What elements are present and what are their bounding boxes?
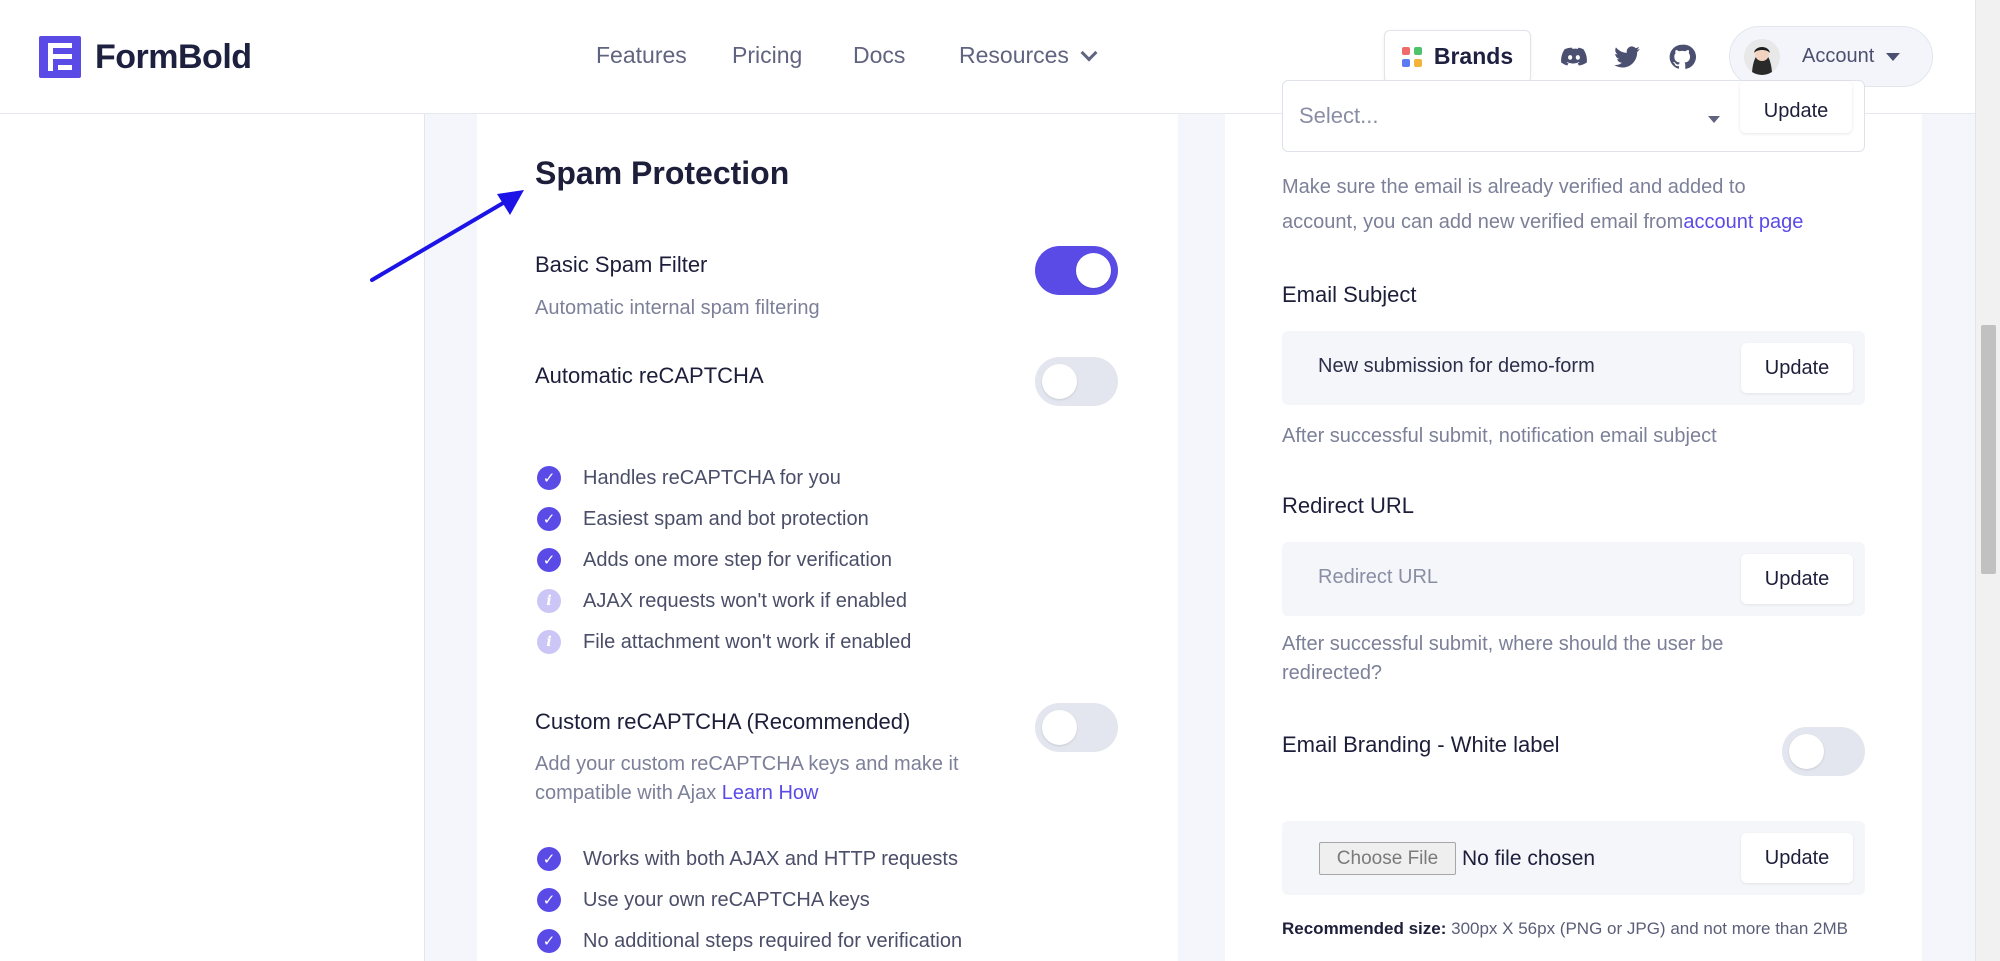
discord-icon[interactable] bbox=[1560, 43, 1588, 71]
brands-grid-icon bbox=[1401, 46, 1422, 67]
logo-update-button[interactable]: Update bbox=[1741, 833, 1853, 883]
email-update-button[interactable]: Update bbox=[1740, 81, 1852, 133]
redirect-url-field[interactable]: Redirect URL Update bbox=[1282, 542, 1865, 616]
check-circle-icon: ✓ bbox=[537, 507, 561, 531]
caret-down-icon bbox=[1708, 116, 1720, 123]
custom-recaptcha-toggle[interactable] bbox=[1035, 703, 1118, 752]
redirect-url-update-button[interactable]: Update bbox=[1741, 554, 1853, 604]
account-page-link[interactable]: account page bbox=[1683, 211, 1803, 233]
info-circle-icon: i bbox=[537, 589, 561, 613]
spam-protection-heading: Spam Protection bbox=[535, 155, 790, 191]
brands-button[interactable]: Brands bbox=[1384, 30, 1531, 83]
logo-text: FormBold bbox=[95, 37, 252, 76]
feature-text: File attachment won't work if enabled bbox=[583, 630, 912, 653]
annotation-arrow-icon bbox=[370, 190, 524, 282]
list-item: ✓ Works with both AJAX and HTTP requests bbox=[537, 847, 958, 871]
feature-text: Use your own reCAPTCHA keys bbox=[583, 888, 870, 911]
email-branding-title: Email Branding - White label bbox=[1282, 732, 1560, 757]
email-branding-toggle[interactable] bbox=[1782, 727, 1865, 776]
list-item: ✓ Use your own reCAPTCHA keys bbox=[537, 888, 870, 912]
redirect-url-help: After successful submit, where should th… bbox=[1282, 630, 1723, 688]
feature-text: No additional steps required for verific… bbox=[583, 929, 963, 952]
redirect-url-placeholder: Redirect URL bbox=[1318, 566, 1439, 588]
feature-text: Easiest spam and bot protection bbox=[583, 507, 869, 530]
custom-recaptcha-subtitle-line1: Add your custom reCAPTCHA keys and make … bbox=[535, 753, 959, 775]
account-label: Account bbox=[1802, 45, 1875, 67]
check-circle-icon: ✓ bbox=[537, 847, 561, 871]
email-help-text: Make sure the email is already verified … bbox=[1282, 170, 1872, 240]
recommended-size-text: 300px X 56px (PNG or JPG) and not more t… bbox=[1446, 919, 1848, 938]
avatar bbox=[1744, 38, 1780, 75]
nav-link-docs[interactable]: Docs bbox=[853, 42, 905, 69]
scrollbar-thumb[interactable] bbox=[1981, 325, 1996, 574]
feature-text: Handles reCAPTCHA for you bbox=[583, 466, 841, 489]
formbold-logo-icon bbox=[39, 36, 81, 78]
automatic-recaptcha-title: Automatic reCAPTCHA bbox=[535, 363, 764, 388]
email-subject-update-button[interactable]: Update bbox=[1741, 343, 1853, 393]
redirect-url-title: Redirect URL bbox=[1282, 493, 1415, 518]
nav-link-resources-label: Resources bbox=[959, 42, 1069, 68]
recommended-size-label: Recommended size: bbox=[1282, 919, 1447, 938]
vertical-scrollbar[interactable] bbox=[1975, 0, 2000, 961]
email-subject-title: Email Subject bbox=[1282, 282, 1417, 307]
email-subject-value: New submission for demo-form bbox=[1318, 355, 1595, 377]
recommended-size-note: Recommended size: 300px X 56px (PNG or J… bbox=[1282, 918, 1872, 940]
email-select[interactable]: Select... Update bbox=[1282, 80, 1865, 152]
redirect-url-help-line1: After successful submit, where should th… bbox=[1282, 633, 1724, 655]
custom-recaptcha-subtitle: Add your custom reCAPTCHA keys and make … bbox=[535, 750, 1005, 808]
check-circle-icon: ✓ bbox=[537, 888, 561, 912]
email-subject-field[interactable]: New submission for demo-form Update bbox=[1282, 331, 1865, 405]
github-icon[interactable] bbox=[1668, 43, 1696, 71]
list-item: i File attachment won't work if enabled bbox=[537, 630, 911, 654]
list-item: i AJAX requests won't work if enabled bbox=[537, 589, 907, 613]
basic-spam-filter-subtitle: Automatic internal spam filtering bbox=[535, 297, 820, 319]
logo[interactable]: FormBold bbox=[39, 36, 252, 78]
brands-label: Brands bbox=[1433, 43, 1514, 69]
redirect-url-help-line2: redirected? bbox=[1282, 662, 1383, 684]
basic-spam-filter-title: Basic Spam Filter bbox=[535, 252, 708, 277]
basic-spam-filter-toggle[interactable] bbox=[1035, 246, 1118, 295]
email-help-line1: Make sure the email is already verified … bbox=[1282, 176, 1746, 198]
check-circle-icon: ✓ bbox=[537, 466, 561, 490]
nav-link-pricing[interactable]: Pricing bbox=[732, 42, 802, 69]
learn-how-link[interactable]: Learn How bbox=[722, 782, 819, 804]
logo-upload-field: Choose File No file chosen Update bbox=[1282, 821, 1865, 895]
caret-down-icon bbox=[1886, 52, 1901, 61]
account-menu[interactable]: Account bbox=[1729, 26, 1933, 87]
feature-text: AJAX requests won't work if enabled bbox=[583, 589, 907, 612]
check-circle-icon: ✓ bbox=[537, 548, 561, 572]
choose-file-button[interactable]: Choose File bbox=[1319, 842, 1456, 875]
nav-link-resources[interactable]: Resources bbox=[959, 42, 1098, 69]
email-select-value: Select... bbox=[1299, 103, 1379, 128]
list-item: ✓ Adds one more step for verification bbox=[537, 548, 892, 572]
email-subject-help: After successful submit, notification em… bbox=[1282, 425, 1717, 447]
list-item: ✓ Easiest spam and bot protection bbox=[537, 507, 869, 531]
feature-text: Works with both AJAX and HTTP requests bbox=[583, 847, 958, 870]
email-help-line2: account, you can add new verified email … bbox=[1282, 211, 1684, 233]
list-item: ✓ No additional steps required for verif… bbox=[537, 929, 962, 953]
feature-text: Adds one more step for verification bbox=[583, 548, 893, 571]
no-file-text: No file chosen bbox=[1462, 847, 1596, 870]
check-circle-icon: ✓ bbox=[537, 929, 561, 953]
automatic-recaptcha-toggle[interactable] bbox=[1035, 357, 1118, 406]
twitter-icon[interactable] bbox=[1613, 43, 1641, 71]
info-circle-icon: i bbox=[537, 630, 561, 654]
custom-recaptcha-title: Custom reCAPTCHA (Recommended) bbox=[535, 709, 911, 734]
chevron-down-icon bbox=[1080, 44, 1098, 61]
list-item: ✓ Handles reCAPTCHA for you bbox=[537, 466, 841, 490]
nav-link-features[interactable]: Features bbox=[596, 42, 687, 69]
custom-recaptcha-subtitle-line2: compatible with Ajax bbox=[535, 782, 722, 804]
